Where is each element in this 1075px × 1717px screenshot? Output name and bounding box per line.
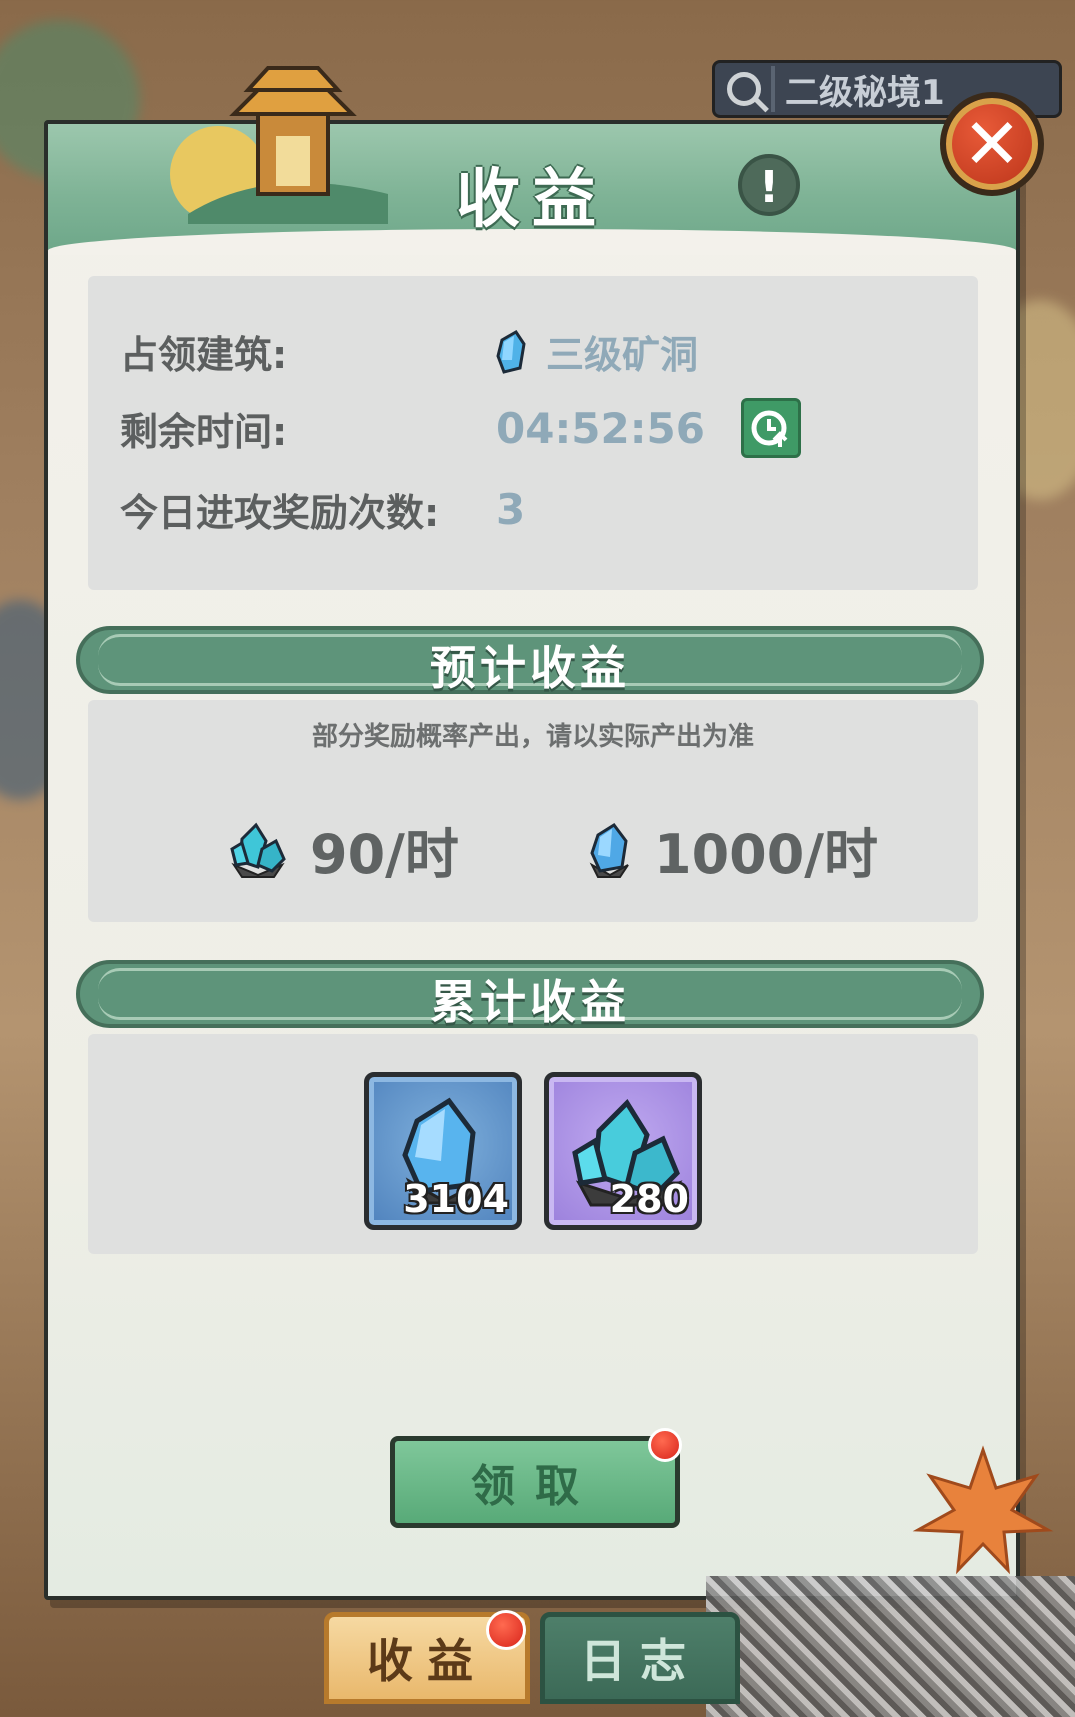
notification-dot <box>648 1428 682 1462</box>
info-card: 占领建筑: 三级矿洞 剩余时间: 04:52:56 今日进攻奖励次数: 3 <box>88 276 978 590</box>
probability-note: 部分奖励概率产出，请以实际产出为准 <box>311 722 754 752</box>
attack-value: 3 <box>496 485 526 534</box>
accumulated-income-card: 3104 280 <box>88 1034 978 1254</box>
panel-title: 收益 <box>456 162 608 237</box>
blue-gem-icon <box>589 822 629 878</box>
search-label: 二级秘境1 <box>785 72 945 113</box>
rate-gem: 1000/时 <box>588 810 878 889</box>
info-icon[interactable]: ! <box>738 154 800 216</box>
search-icon <box>727 72 761 106</box>
reward-item-crystal[interactable]: 280 <box>544 1072 702 1230</box>
blue-gem-icon <box>496 329 526 374</box>
tab-log[interactable]: 日志 <box>540 1612 740 1704</box>
time-row: 剩余时间: 04:52:56 <box>120 398 801 458</box>
clock-up-icon <box>751 410 788 447</box>
claim-button[interactable]: 领取 <box>390 1436 680 1528</box>
rate-gem-value: 1000/时 <box>654 823 879 886</box>
reward-crystal-count: 280 <box>609 1177 689 1221</box>
crystal-cluster-icon <box>230 822 286 878</box>
accumulated-income-title: 累计收益 <box>430 975 630 1029</box>
accumulated-income-header: 累计收益 <box>70 954 990 1034</box>
rate-crystal-value: 90/时 <box>310 823 459 886</box>
time-value: 04:52:56 <box>496 403 705 453</box>
rate-crystal: 90/时 <box>228 810 459 889</box>
claim-label: 领取 <box>471 1461 599 1512</box>
building-label: 占领建筑: <box>120 333 288 377</box>
close-icon: ✕ <box>962 103 1022 185</box>
attack-row: 今日进攻奖励次数: 3 <box>120 482 525 537</box>
tab-income-label: 收益 <box>367 1634 487 1688</box>
building-value: 三级矿洞 <box>546 333 699 377</box>
divider <box>771 66 775 112</box>
tab-log-label: 日志 <box>580 1634 700 1688</box>
reward-item-gem[interactable]: 3104 <box>364 1072 522 1230</box>
close-button[interactable]: ✕ <box>940 92 1044 196</box>
reward-gem-count: 3104 <box>403 1177 509 1221</box>
time-label: 剩余时间: <box>120 409 288 454</box>
attack-label: 今日进攻奖励次数: <box>120 491 440 535</box>
obscured-region <box>706 1576 1075 1717</box>
building-row: 占领建筑: 三级矿洞 <box>120 324 698 379</box>
speedup-button[interactable] <box>740 398 801 458</box>
maple-leaf-decoration <box>912 1445 1054 1575</box>
expected-income-title: 预计收益 <box>430 641 630 695</box>
tab-alert-dot <box>486 1610 526 1650</box>
expected-income-header: 预计收益 <box>70 620 990 700</box>
expected-income-card: 部分奖励概率产出，请以实际产出为准 90/时 1000/时 <box>88 700 978 922</box>
